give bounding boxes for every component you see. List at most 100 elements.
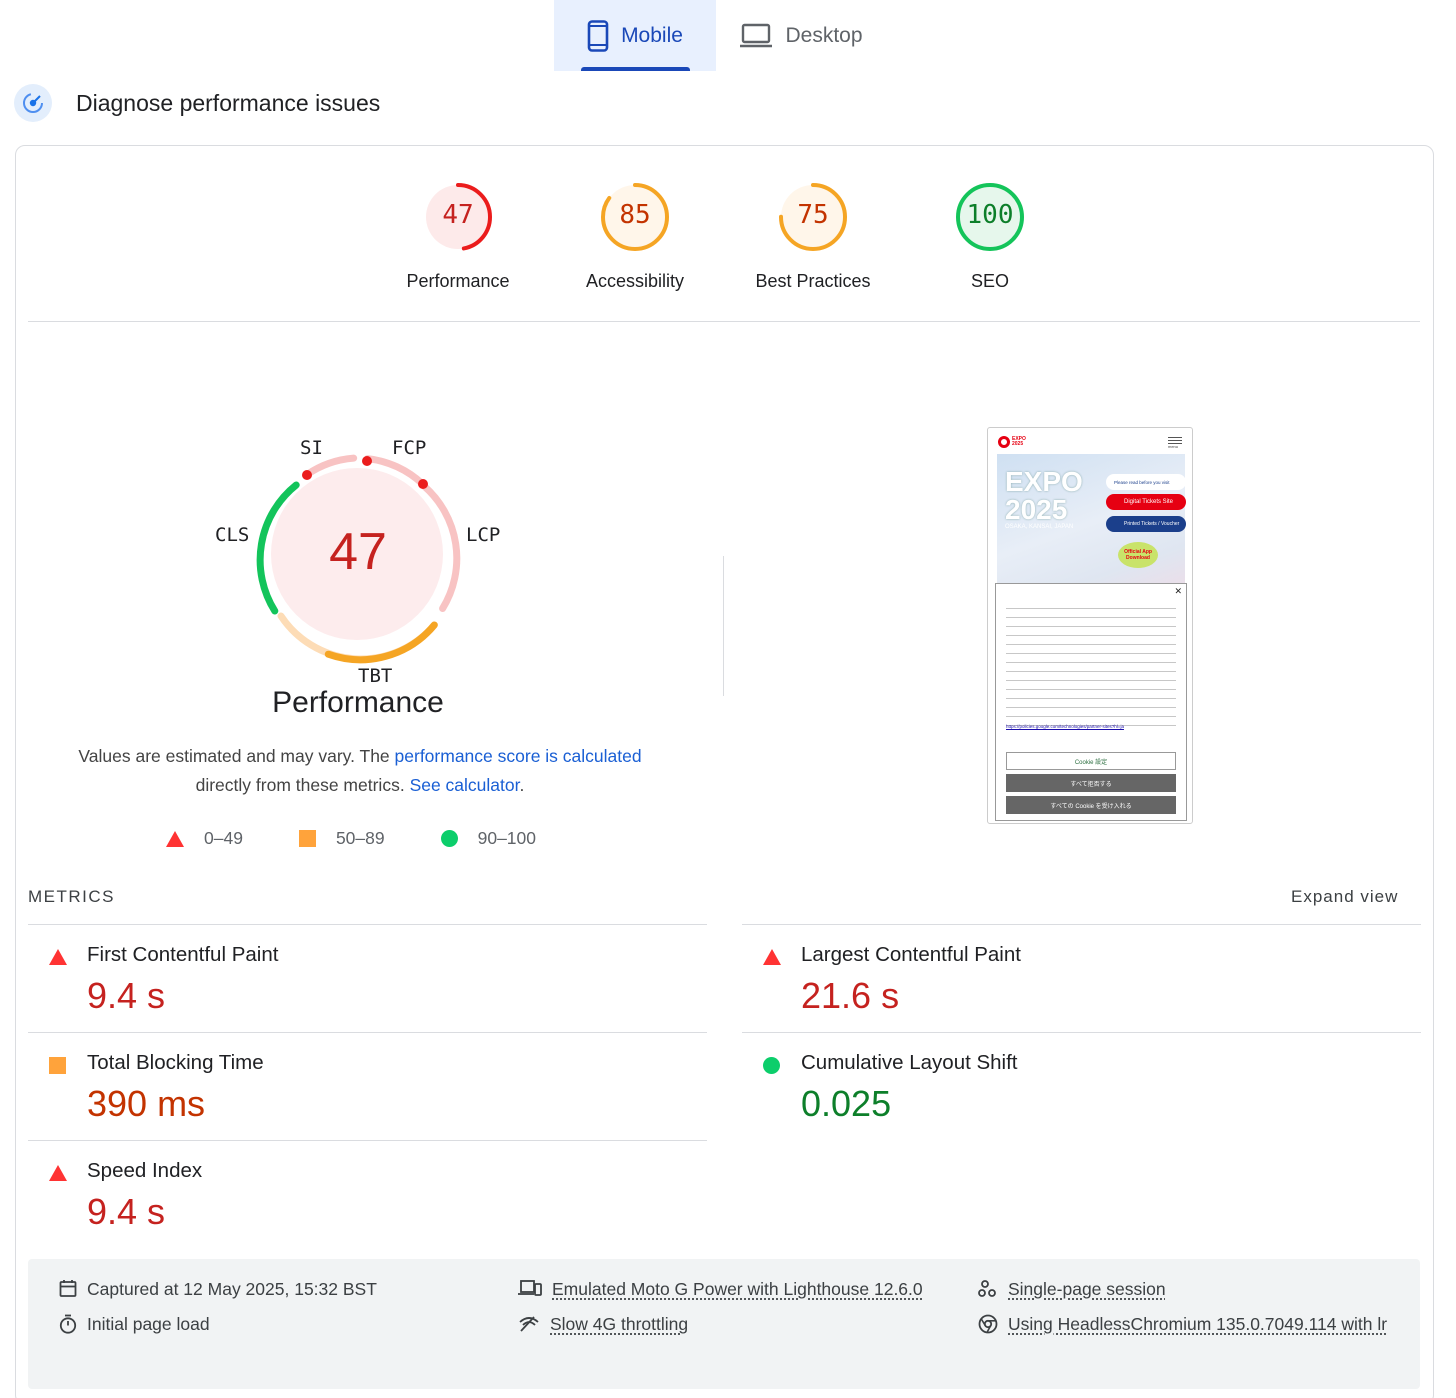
legend-range: 50–89 bbox=[336, 828, 385, 849]
score-ring: 47 bbox=[421, 180, 495, 254]
metric-value: 9.4 s bbox=[87, 975, 165, 1017]
hero-line: 2025 bbox=[1005, 496, 1083, 524]
metric-label-tbt: TBT bbox=[358, 665, 392, 687]
legend-average: 50–89 bbox=[299, 828, 385, 849]
metric-value: 390 ms bbox=[87, 1083, 205, 1125]
reject-all-button: すべて拒否する bbox=[1006, 774, 1176, 792]
metric-name: First Contentful Paint bbox=[87, 943, 278, 967]
legend-range: 90–100 bbox=[478, 828, 536, 849]
estimate-text: . bbox=[520, 775, 525, 795]
hero-title: EXPO 2025 bbox=[1005, 468, 1083, 524]
metrics-heading: METRICS bbox=[28, 887, 115, 907]
app-badge: Official App Download bbox=[1118, 542, 1158, 568]
score-seo[interactable]: 100 SEO bbox=[910, 180, 1070, 292]
network-throttling[interactable]: Slow 4G throttling bbox=[518, 1306, 688, 1342]
notice-pill: Please read before you visit bbox=[1106, 474, 1186, 490]
score-performance[interactable]: 47 Performance bbox=[378, 180, 538, 292]
score-label: Accessibility bbox=[555, 271, 715, 292]
hamburger-icon: menu bbox=[1168, 437, 1182, 449]
page-load-type: Initial page load bbox=[59, 1306, 210, 1342]
policy-link: https://policies.google.com/technologies… bbox=[1006, 724, 1176, 730]
score-legend: 0–49 50–89 90–100 bbox=[166, 828, 536, 849]
score-accessibility[interactable]: 85 Accessibility bbox=[555, 180, 715, 292]
diagnose-title: Diagnose performance issues bbox=[76, 90, 380, 117]
score-calculated-link[interactable]: performance score is calculated bbox=[395, 746, 642, 766]
load-text: Initial page load bbox=[87, 1306, 210, 1342]
session-type[interactable]: Single-page session bbox=[978, 1271, 1166, 1307]
estimate-text: directly from these metrics. bbox=[196, 775, 410, 795]
close-icon: ✕ bbox=[1174, 586, 1182, 597]
performance-score: 47 bbox=[200, 522, 516, 582]
hero-subtitle: OSAKA, KANSAI, JAPAN bbox=[1005, 524, 1073, 530]
circle-icon bbox=[441, 830, 458, 847]
cookie-modal: ✕ https://policies.google.com/technologi… bbox=[995, 583, 1187, 821]
metric-name: Cumulative Layout Shift bbox=[801, 1051, 1018, 1075]
cookie-text-lines bbox=[1006, 604, 1176, 734]
printed-tickets-pill: Printed Tickets / Voucher bbox=[1106, 516, 1186, 532]
metric-lcp: Largest Contentful Paint 21.6 s bbox=[742, 924, 1421, 1032]
metric-label-si: SI bbox=[300, 437, 323, 459]
devices-icon bbox=[518, 1279, 542, 1297]
score-value: 85 bbox=[598, 200, 672, 230]
score-label: Best Practices bbox=[733, 271, 893, 292]
browser-version[interactable]: Using HeadlessChromium 135.0.7049.114 wi… bbox=[978, 1306, 1408, 1342]
browser-text: Using HeadlessChromium 135.0.7049.114 wi… bbox=[1008, 1306, 1387, 1342]
fail-triangle-icon bbox=[763, 949, 781, 965]
chrome-icon bbox=[978, 1314, 998, 1334]
tab-desktop-label: Desktop bbox=[785, 24, 862, 48]
score-ring: 85 bbox=[598, 180, 672, 254]
score-value: 100 bbox=[953, 200, 1027, 230]
device-text: Emulated Moto G Power with Lighthouse 12… bbox=[552, 1271, 923, 1307]
digital-tickets-pill: Digital Tickets Site bbox=[1106, 494, 1186, 510]
captured-at: Captured at 12 May 2025, 15:32 BST bbox=[59, 1271, 377, 1307]
people-icon bbox=[978, 1279, 998, 1299]
captured-text: Captured at 12 May 2025, 15:32 BST bbox=[87, 1271, 377, 1307]
score-label: SEO bbox=[910, 271, 1070, 292]
performance-title: Performance bbox=[0, 686, 716, 720]
see-calculator-link[interactable]: See calculator bbox=[410, 775, 520, 795]
square-icon bbox=[299, 830, 316, 847]
metric-name: Total Blocking Time bbox=[87, 1051, 264, 1075]
accept-all-button: すべての Cookie を受け入れる bbox=[1006, 796, 1176, 814]
metric-value: 0.025 bbox=[801, 1083, 891, 1125]
metrics-right-column: Largest Contentful Paint 21.6 s Cumulati… bbox=[742, 924, 1421, 1140]
score-ring: 75 bbox=[776, 180, 850, 254]
emulated-device[interactable]: Emulated Moto G Power with Lighthouse 12… bbox=[518, 1271, 923, 1307]
category-scores: 47 Performance 85 Accessibility 75 Best … bbox=[0, 180, 1456, 300]
vertical-divider bbox=[723, 556, 724, 696]
tab-mobile[interactable]: Mobile bbox=[554, 0, 716, 71]
score-ring: 100 bbox=[953, 180, 1027, 254]
metric-value: 21.6 s bbox=[801, 975, 899, 1017]
hero-line: EXPO bbox=[1005, 468, 1083, 496]
metric-si: Speed Index 9.4 s bbox=[28, 1140, 707, 1248]
score-value: 47 bbox=[421, 200, 495, 230]
signal-icon bbox=[518, 1314, 540, 1332]
estimate-text: Values are estimated and may vary. The bbox=[78, 746, 394, 766]
legend-range: 0–49 bbox=[204, 828, 243, 849]
score-value: 75 bbox=[776, 200, 850, 230]
expo-logo: EXPO 2025 bbox=[998, 436, 1028, 448]
fail-triangle-icon bbox=[49, 949, 67, 965]
legend-fail: 0–49 bbox=[166, 828, 243, 849]
final-screenshot[interactable]: EXPO 2025 menu EXPO 2025 OSAKA, KANSAI, J… bbox=[987, 427, 1193, 824]
tab-desktop[interactable]: Desktop bbox=[716, 0, 886, 71]
menu-label: menu bbox=[1168, 444, 1182, 449]
metric-name: Largest Contentful Paint bbox=[801, 943, 1021, 967]
calendar-icon bbox=[59, 1279, 77, 1298]
expand-view-button[interactable]: Expand view bbox=[1291, 887, 1398, 907]
active-tab-indicator bbox=[581, 67, 690, 71]
runtime-settings: Captured at 12 May 2025, 15:32 BST Initi… bbox=[28, 1259, 1420, 1389]
smartphone-icon bbox=[587, 20, 609, 52]
device-tabs: Mobile Desktop bbox=[554, 0, 886, 71]
score-best-practices[interactable]: 75 Best Practices bbox=[733, 180, 893, 292]
laptop-icon bbox=[739, 23, 773, 49]
metric-value: 9.4 s bbox=[87, 1191, 165, 1233]
cookie-settings-button: Cookie 設定 bbox=[1006, 752, 1176, 770]
metric-fcp: First Contentful Paint 9.4 s bbox=[28, 924, 707, 1032]
triangle-icon bbox=[166, 831, 184, 847]
average-square-icon bbox=[49, 1057, 66, 1074]
legend-pass: 90–100 bbox=[441, 828, 536, 849]
estimate-note: Values are estimated and may vary. The p… bbox=[60, 742, 660, 800]
metrics-left-column: First Contentful Paint 9.4 s Total Block… bbox=[28, 924, 707, 1248]
logo-text: EXPO 2025 bbox=[1012, 437, 1028, 447]
